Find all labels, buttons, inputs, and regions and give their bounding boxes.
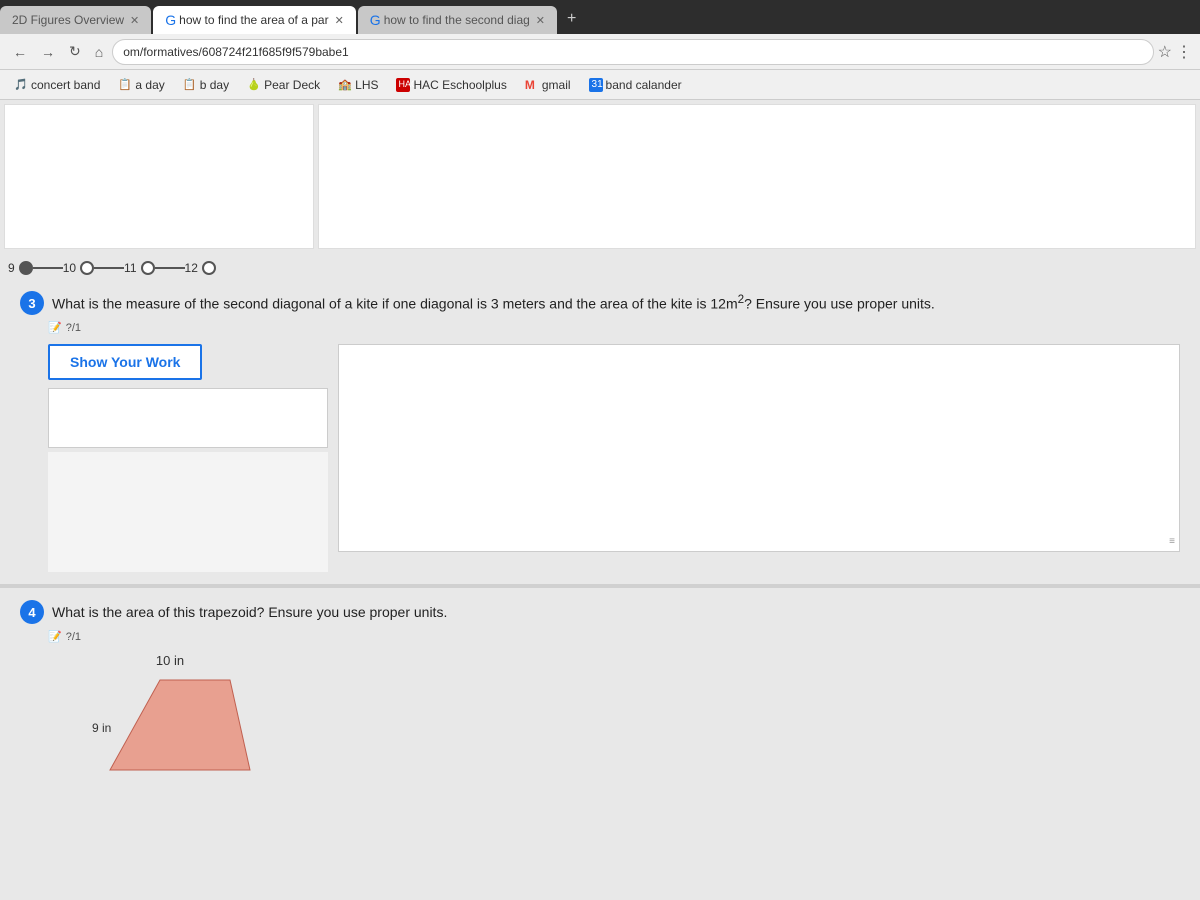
lhs-icon: 🏫 xyxy=(338,78,352,92)
right-answer-box[interactable]: ≡ xyxy=(338,344,1180,552)
star-icon[interactable]: ☆ xyxy=(1158,42,1172,62)
drag-handle-icon[interactable]: ≡ xyxy=(1169,536,1175,547)
top-left-image xyxy=(4,104,314,249)
bookmark-hac[interactable]: HAC HAC Eschoolplus xyxy=(390,76,512,94)
bookmark-hac-label: HAC Eschoolplus xyxy=(413,78,506,92)
tab-area-label: how to find the area of a par xyxy=(179,13,328,27)
top-right-image xyxy=(318,104,1196,249)
bookmark-concert-band[interactable]: 🎵 concert band xyxy=(8,76,106,94)
google-icon2: G xyxy=(370,12,381,28)
bookmarks-bar: 🎵 concert band 📋 a day 📋 b day 🍐 Pear De… xyxy=(0,70,1200,100)
google-icon: G xyxy=(165,12,176,28)
page-dot-10[interactable] xyxy=(80,261,94,275)
b-day-icon: 📋 xyxy=(183,78,197,92)
question-4-points-value: ?/1 xyxy=(66,631,81,643)
question-3-right-answer: ≡ xyxy=(338,344,1180,572)
bookmark-b-day[interactable]: 📋 b day xyxy=(177,76,235,94)
question-3-number: 3 xyxy=(20,291,44,315)
refresh-button[interactable]: ↻ xyxy=(64,41,86,62)
trapezoid-top-label: 10 in xyxy=(80,653,260,668)
nav-bar: ← → ↻ ⌂ ☆ ⋮ xyxy=(0,34,1200,70)
question-3-suffix: ? Ensure you use proper units. xyxy=(744,296,935,312)
back-button[interactable]: ← xyxy=(8,42,32,62)
page-line-9-10 xyxy=(33,267,63,269)
bookmark-a-day[interactable]: 📋 a day xyxy=(112,76,170,94)
bookmark-b-day-label: b day xyxy=(200,78,229,92)
pear-deck-icon: 🍐 xyxy=(247,78,261,92)
tab-2d-close[interactable]: ✕ xyxy=(130,14,139,27)
question-3-text: What is the measure of the second diagon… xyxy=(52,291,1180,315)
page-dot-12[interactable] xyxy=(202,261,216,275)
tab-area-par[interactable]: G how to find the area of a par ✕ xyxy=(153,6,356,34)
trapezoid-svg: 9 in xyxy=(80,670,280,780)
page-dot-9[interactable] xyxy=(19,261,33,275)
bookmark-lhs-label: LHS xyxy=(355,78,378,92)
question-3-block: 3 What is the measure of the second diag… xyxy=(0,279,1200,584)
a-day-icon: 📋 xyxy=(118,78,132,92)
tab-2d-label: 2D Figures Overview xyxy=(12,13,124,27)
home-button[interactable]: ⌂ xyxy=(90,42,108,62)
question-3-header: 3 What is the measure of the second diag… xyxy=(20,291,1180,315)
bookmark-pear-deck-label: Pear Deck xyxy=(264,78,320,92)
bookmark-band-cal-label: band calander xyxy=(606,78,682,92)
question-4-number: 4 xyxy=(20,600,44,624)
page-dot-row: 9 10 11 12 xyxy=(8,261,216,275)
page-num-11: 11 xyxy=(124,261,136,275)
page-dot-11[interactable] xyxy=(141,261,155,275)
question-3-main-text: What is the measure of the second diagon… xyxy=(52,296,738,312)
trapezoid-figure: 10 in 9 in xyxy=(80,653,1180,783)
bookmark-a-day-label: a day xyxy=(135,78,164,92)
show-work-button[interactable]: Show Your Work xyxy=(48,344,202,380)
q4-points-icon: 📝 xyxy=(48,630,62,643)
bookmark-pear-deck[interactable]: 🍐 Pear Deck xyxy=(241,76,326,94)
question-4-text: What is the area of this trapezoid? Ensu… xyxy=(52,602,1180,623)
bookmark-gmail-label: gmail xyxy=(542,78,571,92)
question-3-left-answer: Show Your Work xyxy=(48,344,328,572)
tab-diag-label: how to find the second diag xyxy=(384,13,530,27)
page-line-10-11 xyxy=(94,267,124,269)
left-answer-box-top xyxy=(48,388,328,448)
bookmark-concert-band-label: concert band xyxy=(31,78,100,92)
question-4-header: 4 What is the area of this trapezoid? En… xyxy=(20,600,1180,624)
tab-area-close[interactable]: ✕ xyxy=(335,14,344,27)
gmail-icon: M xyxy=(525,78,539,92)
points-icon: 📝 xyxy=(48,321,62,334)
page-line-11-12 xyxy=(155,267,185,269)
tab-2d-figures[interactable]: 2D Figures Overview ✕ xyxy=(0,6,151,34)
tab-diag-close[interactable]: ✕ xyxy=(536,14,545,27)
question-3-points-value: ?/1 xyxy=(66,322,81,334)
question-4-block: 4 What is the area of this trapezoid? En… xyxy=(0,588,1200,795)
question-3-answer-area: Show Your Work ≡ xyxy=(48,344,1180,572)
page-navigation: 9 10 11 12 xyxy=(0,253,1200,279)
concert-band-icon: 🎵 xyxy=(14,78,28,92)
page-num-9: 9 xyxy=(8,261,15,275)
page-num-10: 10 xyxy=(63,261,76,275)
hac-icon: HAC xyxy=(396,78,410,92)
new-tab-button[interactable]: + xyxy=(559,6,584,32)
band-cal-icon: 31 xyxy=(589,78,603,92)
page-num-12: 12 xyxy=(185,261,198,275)
tab-second-diag[interactable]: G how to find the second diag ✕ xyxy=(358,6,557,34)
bookmark-gmail[interactable]: M gmail xyxy=(519,76,577,94)
page-content: 9 10 11 12 3 What is the measure of the … xyxy=(0,100,1200,900)
menu-icon[interactable]: ⋮ xyxy=(1176,42,1192,62)
browser-chrome: 2D Figures Overview ✕ G how to find the … xyxy=(0,0,1200,100)
address-bar[interactable] xyxy=(112,39,1153,65)
question-4-points: 📝 ?/1 xyxy=(48,630,1180,643)
tab-bar: 2D Figures Overview ✕ G how to find the … xyxy=(0,0,1200,34)
left-answer-box-bottom xyxy=(48,452,328,572)
trapezoid-side-label: 9 in xyxy=(92,721,111,735)
question-3-points: 📝 ?/1 xyxy=(48,321,1180,334)
forward-button[interactable]: → xyxy=(36,42,60,62)
top-content-strip xyxy=(0,100,1200,249)
bookmark-lhs[interactable]: 🏫 LHS xyxy=(332,76,384,94)
bookmark-band-cal[interactable]: 31 band calander xyxy=(583,76,688,94)
